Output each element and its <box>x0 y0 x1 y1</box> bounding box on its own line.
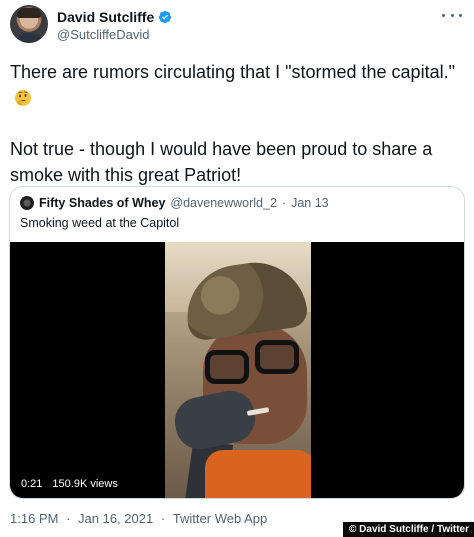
tweet-footer: 1:16 PM · Jan 16, 2021 · Twitter Web App <box>10 511 267 526</box>
quoted-tweet[interactable]: Fifty Shades of Whey @davenewworld_2 · J… <box>9 186 465 499</box>
tweet-source[interactable]: Twitter Web App <box>173 511 267 526</box>
video-duration: 0:21 <box>21 478 43 490</box>
avatar-shirt <box>14 33 44 43</box>
author-name-row: David Sutcliffe <box>57 9 172 25</box>
tweet-date[interactable]: Jan 16, 2021 <box>78 511 153 526</box>
quoted-date: Jan 13 <box>291 196 329 210</box>
quoted-tweet-text: Smoking weed at the Capitol <box>20 216 180 230</box>
quoted-author-avatar <box>20 196 34 210</box>
more-options-icon[interactable] <box>442 10 462 20</box>
verified-badge-icon <box>158 10 172 24</box>
footer-separator-2: · <box>160 511 166 526</box>
tweet-paragraph-1-text: There are rumors circulating that I "sto… <box>10 62 455 82</box>
quoted-author-handle: @davenewworld_2 <box>170 196 277 210</box>
tweet-time[interactable]: 1:16 PM <box>10 511 58 526</box>
author-avatar[interactable] <box>10 5 48 43</box>
video-frame <box>165 242 311 498</box>
tweet-paragraph-2: Not true - though I would have been prou… <box>10 139 433 185</box>
video-player[interactable]: 0:21 150.9K views <box>10 242 464 498</box>
tweet-card: David Sutcliffe @SutcliffeDavid There ar… <box>0 0 474 537</box>
quoted-separator: · <box>281 196 287 210</box>
quoted-tweet-header: Fifty Shades of Whey @davenewworld_2 · J… <box>20 196 329 210</box>
quoted-author-name: Fifty Shades of Whey <box>39 196 166 210</box>
author-handle[interactable]: @SutcliffeDavid <box>57 27 149 42</box>
tweet-body: There are rumors circulating that I "sto… <box>10 59 466 188</box>
tweet-paragraph-1: There are rumors circulating that I "sto… <box>10 59 466 111</box>
thinking-face-icon <box>14 88 32 106</box>
footer-separator-1: · <box>66 511 71 526</box>
author-display-name[interactable]: David Sutcliffe <box>57 9 154 25</box>
video-views: 150.9K views <box>52 478 118 490</box>
avatar-hair <box>17 8 41 18</box>
video-stats: 0:21 150.9K views <box>21 478 118 490</box>
image-credit: © David Sutcliffe / Twitter <box>343 522 474 537</box>
